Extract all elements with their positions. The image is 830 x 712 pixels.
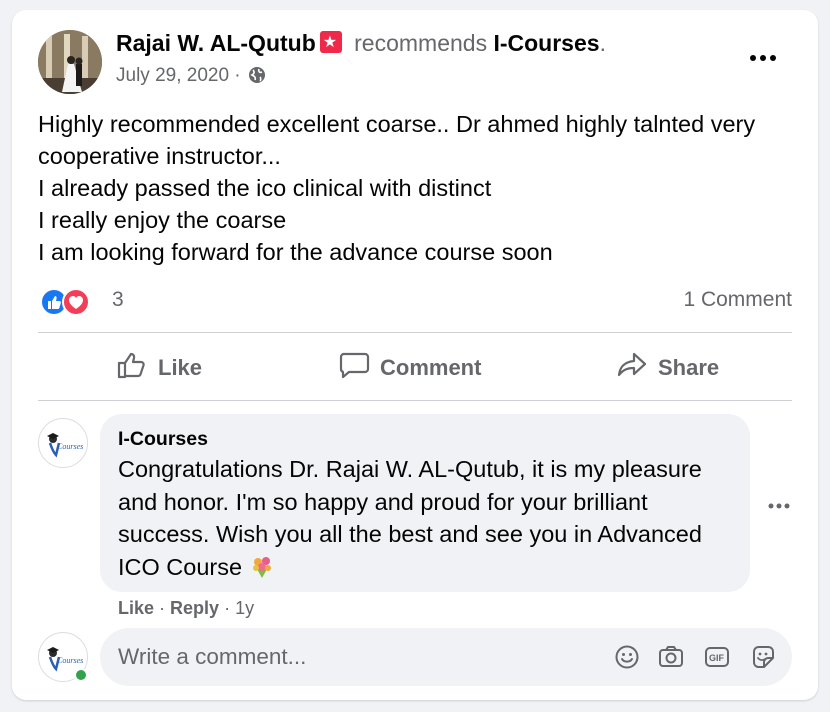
comment-time[interactable]: 1y xyxy=(235,598,254,618)
comment-button[interactable]: Comment xyxy=(338,350,481,386)
post-date-line: July 29, 2020 · xyxy=(116,65,266,90)
post-line: I already passed the ico clinical with d… xyxy=(38,175,492,201)
comment-like-link[interactable]: Like xyxy=(118,598,154,618)
comment-line: ICO Course xyxy=(118,553,243,580)
post-line: I am looking forward for the advance cou… xyxy=(38,239,553,265)
like-button[interactable]: Like xyxy=(116,350,202,386)
comment-reply-link[interactable]: Reply xyxy=(170,598,219,618)
comment-line: and honor. I'm so happy and proud for yo… xyxy=(118,488,648,515)
comment-composer: GIF xyxy=(100,628,792,686)
post-more-icon[interactable] xyxy=(748,48,778,68)
comment-icon xyxy=(338,350,380,386)
divider xyxy=(38,332,792,333)
post-line: I really enjoy the coarse xyxy=(38,207,287,233)
page-link[interactable]: I-Courses xyxy=(493,30,599,56)
post-card: Rajai W. AL-Qutub recommends I-Courses. … xyxy=(12,10,818,700)
recommends-text: recommends xyxy=(354,30,488,56)
flower-emoji-icon xyxy=(249,553,275,588)
comment-bubble: I-Courses Congratulations Dr. Rajai W. A… xyxy=(100,414,750,592)
globe-icon[interactable] xyxy=(248,66,266,90)
divider xyxy=(38,400,792,401)
post-header: Rajai W. AL-Qutub recommends I-Courses. xyxy=(116,30,606,57)
badge-icon xyxy=(319,31,342,53)
comment-body: Congratulations Dr. Rajai W. AL-Qutub, i… xyxy=(118,453,732,587)
gif-icon[interactable]: GIF xyxy=(704,644,730,670)
author-avatar[interactable] xyxy=(38,30,102,94)
share-button-label: Share xyxy=(658,355,720,380)
svg-text:GIF: GIF xyxy=(709,653,725,663)
commenter-avatar[interactable]: Courses xyxy=(38,418,88,468)
svg-text:Courses: Courses xyxy=(57,656,83,665)
comment-button-label: Comment xyxy=(380,355,482,380)
post-date[interactable]: July 29, 2020 · xyxy=(116,65,241,86)
reaction-count: 3 xyxy=(112,288,124,311)
online-status-dot xyxy=(74,668,88,682)
svg-text:Courses: Courses xyxy=(57,442,83,451)
comment-actions: Like · Reply · 1y xyxy=(118,598,254,619)
post-line: cooperative instructor... xyxy=(38,143,281,169)
love-reaction-icon xyxy=(62,288,90,316)
sticker-icon[interactable] xyxy=(750,644,776,670)
comment-author[interactable]: I-Courses xyxy=(118,428,732,451)
author-name[interactable]: Rajai W. AL-Qutub xyxy=(116,30,316,56)
like-button-label: Like xyxy=(158,355,203,380)
thumbs-up-icon xyxy=(116,350,158,386)
emoji-icon[interactable] xyxy=(614,644,640,670)
period-text: . xyxy=(599,30,606,56)
comment-count-link[interactable]: 1 Comment xyxy=(683,288,792,312)
post-body: Highly recommended excellent coarse.. Dr… xyxy=(38,108,798,268)
camera-icon[interactable] xyxy=(658,644,684,670)
comment-line: success. Wish you all the best and see y… xyxy=(118,521,702,547)
post-line: Highly recommended excellent coarse.. Dr… xyxy=(38,111,756,137)
comment-more-icon[interactable] xyxy=(764,496,794,516)
separator: · xyxy=(154,598,171,618)
share-button[interactable]: Share xyxy=(616,350,719,386)
comment-input[interactable] xyxy=(118,628,588,686)
separator: · xyxy=(219,598,236,618)
share-icon xyxy=(616,350,658,386)
comment-line: Congratulations Dr. Rajai W. AL-Qutub, i… xyxy=(118,456,702,482)
